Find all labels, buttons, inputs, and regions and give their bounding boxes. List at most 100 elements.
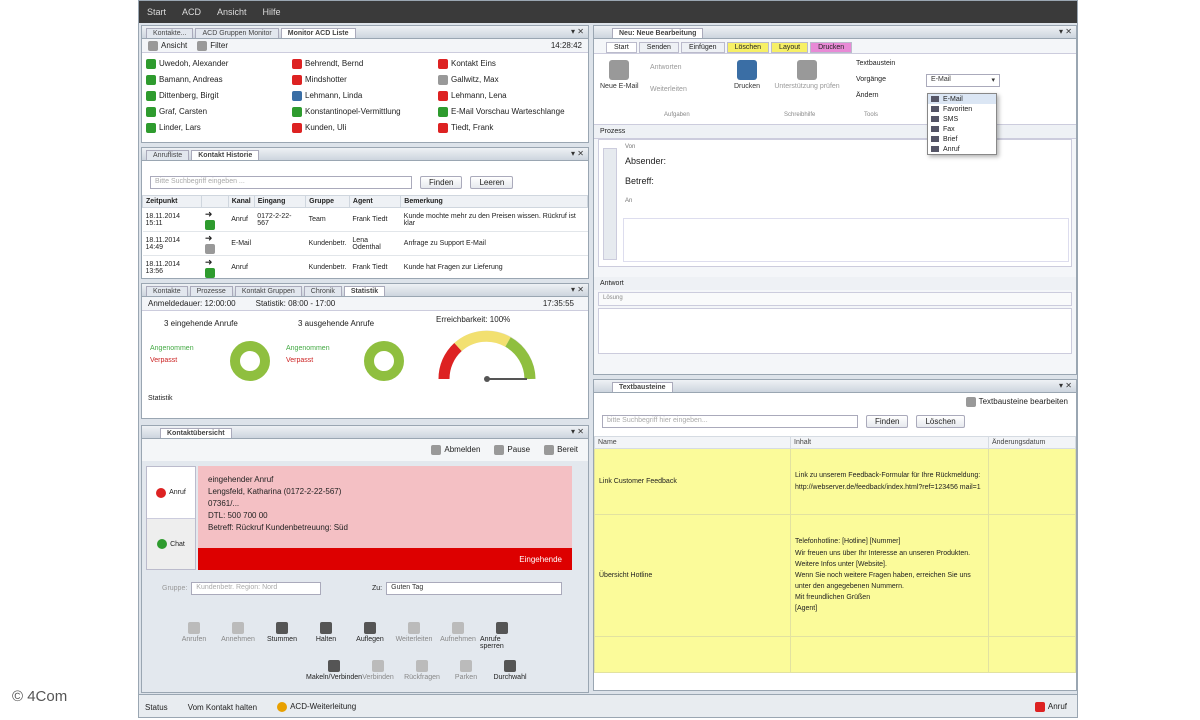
- status-acd[interactable]: ACD-Weiterleitung: [277, 702, 356, 712]
- col-aenderungsdatum[interactable]: Änderungsdatum: [988, 436, 1076, 449]
- unterstuetzung-button[interactable]: Unterstützung prüfen: [774, 60, 840, 90]
- ribbon-tab-0[interactable]: Start: [606, 42, 637, 53]
- contact-item[interactable]: Behrendt, Bernd: [292, 57, 438, 70]
- format-option[interactable]: E-Mail: [928, 94, 996, 104]
- tab-kontakte[interactable]: Kontakte: [146, 286, 188, 296]
- tab-neue-bearbeitung[interactable]: Neu: Neue Bearbeitung: [612, 28, 704, 38]
- zu-select[interactable]: Guten Tag: [386, 582, 563, 595]
- menu-hilfe[interactable]: Hilfe: [263, 7, 281, 17]
- ribbon-tab-2[interactable]: Einfügen: [680, 42, 725, 53]
- table-row[interactable]: 18.11.2014 15:11 ➜ Anruf 0172-2-22-567 Team F…: [142, 207, 588, 232]
- menu-start[interactable]: Start: [147, 7, 166, 17]
- tab-chronik[interactable]: Chronik: [303, 286, 342, 296]
- email-body-editor[interactable]: [623, 218, 1069, 262]
- textbausteine-bearbeiten-button[interactable]: Textbausteine bearbeiten: [965, 397, 1068, 407]
- contact-item[interactable]: Lehmann, Lena: [438, 89, 588, 102]
- finden-button[interactable]: Finden: [420, 176, 463, 189]
- ansicht-button[interactable]: Ansicht: [148, 40, 187, 51]
- call-control-anrufe-sperren[interactable]: Anrufe sperren: [480, 622, 524, 650]
- panel-close-icon[interactable]: ▾ ✕: [571, 27, 584, 36]
- aendern-button[interactable]: Ändern: [856, 92, 879, 99]
- format-option[interactable]: Brief: [928, 134, 996, 144]
- format-option[interactable]: SMS: [928, 114, 996, 124]
- ribbon-tab-3[interactable]: Löschen: [726, 42, 770, 53]
- tab-kontaktuebersicht[interactable]: Kontaktübersicht: [160, 428, 232, 438]
- contact-item[interactable]: Dittenberg, Birgit: [146, 89, 292, 102]
- col-inhalt[interactable]: Inhalt: [790, 436, 989, 449]
- historie-col[interactable]: Zeitpunkt: [142, 195, 203, 208]
- tab-anrufliste[interactable]: Anrufliste: [146, 150, 190, 160]
- tab-monitor-acd[interactable]: Monitor ACD Liste: [280, 28, 356, 38]
- historie-col[interactable]: Eingang: [253, 195, 307, 208]
- status-halten[interactable]: Vom Kontakt halten: [188, 703, 257, 712]
- ribbon-tab-4[interactable]: Layout: [771, 42, 809, 53]
- betreff-field[interactable]: Betreff:: [625, 176, 654, 186]
- contact-item[interactable]: Tiedt, Frank: [438, 121, 588, 134]
- table-row[interactable]: Link Customer Feedback Link zu unserem Fe…: [594, 448, 1076, 515]
- table-row[interactable]: Übersicht Hotline Telefonhotline: [Hotlin…: [594, 514, 1076, 637]
- historie-col[interactable]: [201, 195, 229, 208]
- side-chat[interactable]: Chat: [147, 519, 195, 569]
- call-control-durchwahl[interactable]: Durchwahl: [488, 660, 532, 681]
- contact-item[interactable]: Gallwitz, Max: [438, 73, 588, 86]
- tab-acd-gruppen[interactable]: ACD Gruppen Monitor: [195, 28, 279, 38]
- textbausteine-search-input[interactable]: bitte Suchbegriff hier eingeben...: [602, 415, 858, 428]
- absender-field[interactable]: Absender:: [625, 156, 666, 166]
- panel-close-icon[interactable]: ▾ ✕: [571, 285, 584, 294]
- tab-kontakte[interactable]: Kontakte...: [146, 28, 194, 38]
- antworten-button[interactable]: Antworten: [650, 64, 682, 71]
- tb-finden-button[interactable]: Finden: [866, 415, 909, 428]
- tab-kontakt-gruppen[interactable]: Kontakt Gruppen: [234, 286, 302, 296]
- panel-close-icon[interactable]: ▾ ✕: [571, 149, 584, 158]
- menu-ansicht[interactable]: Ansicht: [217, 7, 247, 17]
- historie-col[interactable]: Bemerkung: [400, 195, 588, 208]
- textbaustein-button[interactable]: Textbaustein: [856, 60, 895, 67]
- status-anruf[interactable]: Anruf: [1034, 702, 1067, 712]
- call-control-auflegen[interactable]: Auflegen: [348, 622, 392, 650]
- leeren-button[interactable]: Leeren: [470, 176, 514, 189]
- contact-item[interactable]: Kunden, Uli: [292, 121, 438, 134]
- panel-close-icon[interactable]: ▾ ✕: [1059, 27, 1072, 36]
- abmelden-button[interactable]: Abmelden: [431, 445, 480, 455]
- antwort-editor[interactable]: [598, 308, 1072, 354]
- table-row[interactable]: 18.11.2014 13:56 ➜ Anruf Kundenbetr. Frank T…: [142, 255, 588, 278]
- historie-col[interactable]: Kanal: [227, 195, 255, 208]
- ribbon-tab-5[interactable]: Drucken: [810, 42, 853, 53]
- contact-item[interactable]: Konstantinopel-Vermittlung: [292, 105, 438, 118]
- vorgaenge-button[interactable]: Vorgänge: [856, 76, 886, 83]
- contact-item[interactable]: Mindshotter: [292, 73, 438, 86]
- contact-item[interactable]: Lehmann, Linda: [292, 89, 438, 102]
- table-row[interactable]: [594, 636, 1076, 673]
- contact-item[interactable]: Bamann, Andreas: [146, 73, 292, 86]
- col-name[interactable]: Name: [594, 436, 791, 449]
- tab-prozesse[interactable]: Prozesse: [189, 286, 233, 296]
- pause-button[interactable]: Pause: [494, 445, 530, 455]
- format-select[interactable]: E-Mail ▾: [926, 74, 1000, 87]
- contact-item[interactable]: Uwedoh, Alexander: [146, 57, 292, 70]
- bereit-button[interactable]: Bereit: [544, 445, 578, 455]
- contact-item[interactable]: Linder, Lars: [146, 121, 292, 134]
- historie-search-input[interactable]: Bitte Suchbegriff eingeben ...: [150, 176, 412, 189]
- weiterleiten-button[interactable]: Weiterleiten: [650, 86, 687, 93]
- gruppe-select[interactable]: Kundenbetr. Region: Nord: [191, 582, 322, 595]
- neue-email-button[interactable]: Neue E-Mail: [600, 60, 639, 90]
- menu-acd[interactable]: ACD: [182, 7, 201, 17]
- historie-col[interactable]: Gruppe: [305, 195, 350, 208]
- incoming-call-card[interactable]: eingehender Anruf Lengsfeld, Katharina (0…: [198, 466, 572, 548]
- tb-loeschen-button[interactable]: Löschen: [916, 415, 965, 428]
- loesung-field[interactable]: Lösung: [598, 292, 1072, 306]
- contact-item[interactable]: Kontakt Eins: [438, 57, 588, 70]
- format-option[interactable]: Fax: [928, 124, 996, 134]
- tab-kontakt-historie[interactable]: Kontakt Historie: [191, 150, 260, 160]
- side-tabstrip[interactable]: [603, 148, 617, 260]
- panel-close-icon[interactable]: ▾ ✕: [1059, 381, 1072, 390]
- tab-statistik[interactable]: Statistik: [343, 286, 386, 296]
- filter-button[interactable]: Filter: [197, 40, 228, 51]
- contact-item[interactable]: Graf, Carsten: [146, 105, 292, 118]
- table-row[interactable]: 18.11.2014 14:49 ➜ E-Mail Kundenbetr. Lena O…: [142, 231, 588, 256]
- ribbon-tab-1[interactable]: Senden: [638, 42, 679, 53]
- call-control-halten[interactable]: Halten: [304, 622, 348, 650]
- contact-item[interactable]: E-Mail Vorschau Warteschlange: [438, 105, 588, 118]
- format-option[interactable]: Favoriten: [928, 104, 996, 114]
- format-option[interactable]: Anruf: [928, 144, 996, 154]
